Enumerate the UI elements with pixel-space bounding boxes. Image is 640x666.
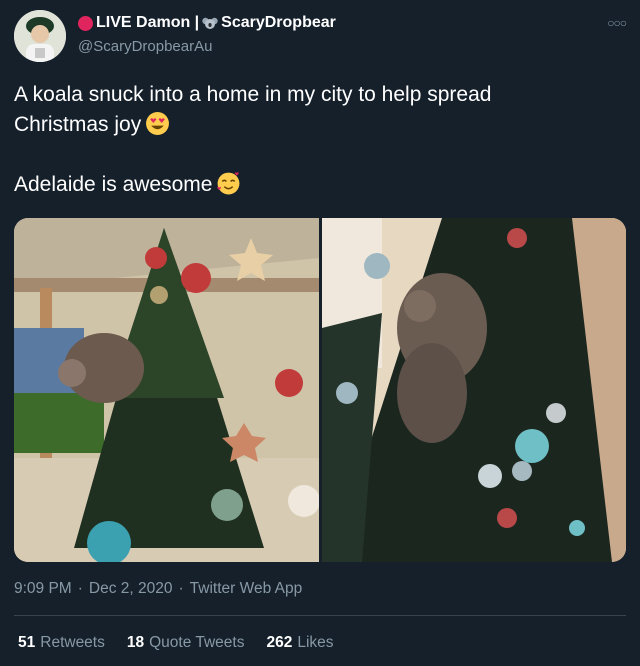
display-name-live: LIVE Damon | (96, 14, 200, 31)
photo-right[interactable] (321, 218, 626, 562)
tweet-date[interactable]: Dec 2, 2020 (89, 580, 173, 598)
more-icon[interactable]: ○○○ (607, 16, 627, 30)
tweet-line-2: Christmas joy (14, 110, 624, 140)
retweets-label: Retweets (40, 634, 105, 651)
tweet-header: LIVE Damon | ScaryDropbear @ScaryDropbea… (14, 10, 627, 66)
likes-stat[interactable]: 262 Likes (266, 634, 333, 652)
meta-separator: · (77, 580, 83, 597)
live-red-dot-icon (78, 15, 93, 31)
user-handle[interactable]: @ScaryDropbearAu (78, 38, 212, 55)
tweet-metadata: 9:09 PM · Dec 2, 2020 · Twitter Web App (14, 580, 302, 598)
tweet-line-1: A koala snuck into a home in my city to … (14, 83, 492, 106)
tweet-line-2-text: Christmas joy (14, 113, 142, 136)
retweets-count: 51 (18, 634, 36, 651)
avatar[interactable] (14, 10, 66, 62)
tweet-line-3: Adelaide is awesome (14, 170, 624, 200)
heart-eyes-emoji-icon (146, 112, 170, 135)
display-name[interactable]: LIVE Damon | ScaryDropbear (78, 14, 336, 32)
tweet-line-3-text: Adelaide is awesome (14, 173, 213, 196)
likes-count: 262 (266, 634, 293, 651)
tweet-time[interactable]: 9:09 PM (14, 580, 72, 598)
tweet-text: A koala snuck into a home in my city to … (14, 80, 624, 200)
quote-tweets-stat[interactable]: 18 Quote Tweets (127, 634, 245, 652)
koala-icon (202, 17, 218, 29)
tweet-media[interactable] (14, 218, 626, 562)
meta-separator: · (178, 580, 184, 597)
photo-left[interactable] (14, 218, 319, 562)
retweets-stat[interactable]: 51 Retweets (18, 634, 105, 652)
likes-label: Likes (297, 634, 334, 651)
tweet-source[interactable]: Twitter Web App (190, 580, 303, 598)
divider (14, 615, 626, 616)
quote-tweets-count: 18 (126, 634, 145, 651)
smiling-face-with-hearts-emoji-icon (217, 172, 240, 195)
display-name-suffix: ScaryDropbear (221, 14, 336, 31)
quote-tweets-label: Quote Tweets (149, 634, 245, 651)
tweet-stats: 51 Retweets 18 Quote Tweets 262 Likes (18, 634, 334, 652)
